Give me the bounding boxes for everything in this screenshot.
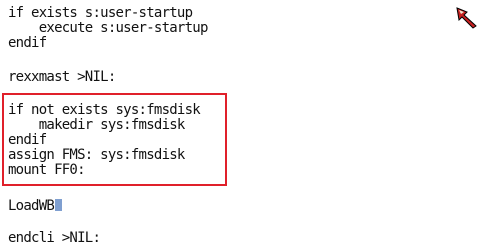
script-line-current[interactable]: LoadWB	[8, 198, 63, 214]
script-line[interactable]: endif	[8, 36, 47, 51]
script-line-text: LoadWB	[8, 198, 55, 214]
script-line[interactable]: endcli >NIL:	[8, 231, 101, 246]
script-line[interactable]: execute s:user-startup	[8, 21, 209, 36]
highlight-annotation-box	[2, 93, 227, 186]
text-editor[interactable]: if exists s:user-startup execute s:user-…	[0, 0, 500, 252]
script-line[interactable]: rexxmast >NIL:	[8, 70, 116, 85]
text-cursor	[55, 199, 63, 211]
mouse-pointer-icon	[456, 7, 477, 29]
script-line[interactable]: if exists s:user-startup	[8, 6, 193, 21]
